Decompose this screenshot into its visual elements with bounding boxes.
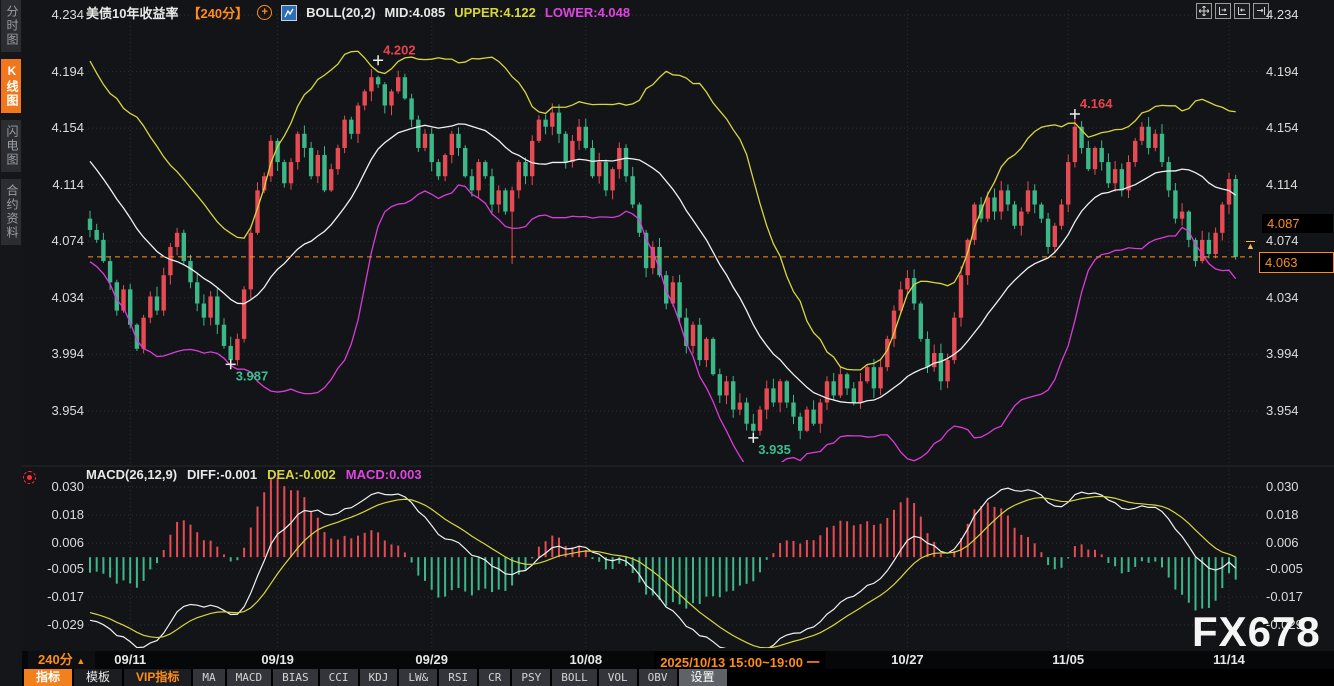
- move-icon[interactable]: [1196, 3, 1212, 19]
- toolbar-button-模板[interactable]: 模板: [74, 669, 122, 686]
- price-panel: [88, 51, 1238, 470]
- toolbar-button-OBV[interactable]: OBV: [639, 669, 677, 686]
- left-sidebar: 分时图 K线图闪电图合约资料: [0, 0, 22, 686]
- toolbar-button-VIP指标[interactable]: VIP指标: [124, 669, 191, 686]
- trading-chart-app: 4.2023.9873.9354.164 美债10年收益率 【240分】 + B…: [0, 0, 1334, 686]
- macd-diff-line: [90, 488, 1236, 657]
- fit-horizontal-icon[interactable]: [1215, 3, 1231, 19]
- toolbar-button-BIAS[interactable]: BIAS: [273, 669, 318, 686]
- sidebar-tab-2[interactable]: 闪电图: [1, 120, 21, 172]
- toolbar-button-RSI[interactable]: RSI: [439, 669, 477, 686]
- toolbar-button-CR[interactable]: CR: [479, 669, 510, 686]
- svg-text:3.935: 3.935: [758, 442, 791, 457]
- period-label: 240分: [38, 652, 73, 667]
- toolbar-button-VOL[interactable]: VOL: [599, 669, 637, 686]
- svg-text:4.202: 4.202: [383, 42, 416, 57]
- jump-to-latest-icon[interactable]: [1253, 3, 1269, 19]
- fit-vertical-icon[interactable]: [1234, 3, 1250, 19]
- toolbar-button-MA[interactable]: MA: [193, 669, 224, 686]
- toolbar-button-KDJ[interactable]: KDJ: [360, 669, 398, 686]
- sidebar-tab-3[interactable]: 合约资料: [1, 179, 21, 245]
- sidebar-tab-1[interactable]: K线图: [1, 59, 21, 113]
- period-dropdown-button[interactable]: 240分 ▲: [28, 651, 95, 669]
- boll-mid-line: [90, 124, 1236, 403]
- boll-upper-line: [90, 51, 1236, 370]
- toolbar-button-设置[interactable]: 设置: [679, 669, 727, 686]
- toolbar-button-PSY[interactable]: PSY: [512, 669, 550, 686]
- toolbar-button-BOLL[interactable]: BOLL: [552, 669, 597, 686]
- toolbar-button-指标[interactable]: 指标: [24, 669, 72, 686]
- svg-text:3.987: 3.987: [236, 368, 269, 383]
- sidebar-tab-0[interactable]: 分时图: [1, 0, 21, 52]
- dropdown-arrow-icon: ▲: [76, 656, 85, 666]
- boll-lower-line: [90, 185, 1236, 470]
- toolbar-button-LW&[interactable]: LW&: [399, 669, 437, 686]
- alert-icon[interactable]: [23, 471, 36, 484]
- toolbar-button-MACD[interactable]: MACD: [227, 669, 272, 686]
- svg-text:4.164: 4.164: [1080, 96, 1113, 111]
- period-selector[interactable]: 【240分】: [187, 3, 248, 22]
- chart-style-icon[interactable]: [281, 5, 297, 21]
- macd-dea-line: [90, 496, 1236, 647]
- price-annotations: 4.202 3.987 3.935 4.164: [226, 42, 1114, 457]
- macd-panel: [90, 478, 1236, 658]
- toolbar-button-CCI[interactable]: CCI: [320, 669, 358, 686]
- chart-canvas: 4.202 3.987 3.935 4.164: [0, 0, 1334, 686]
